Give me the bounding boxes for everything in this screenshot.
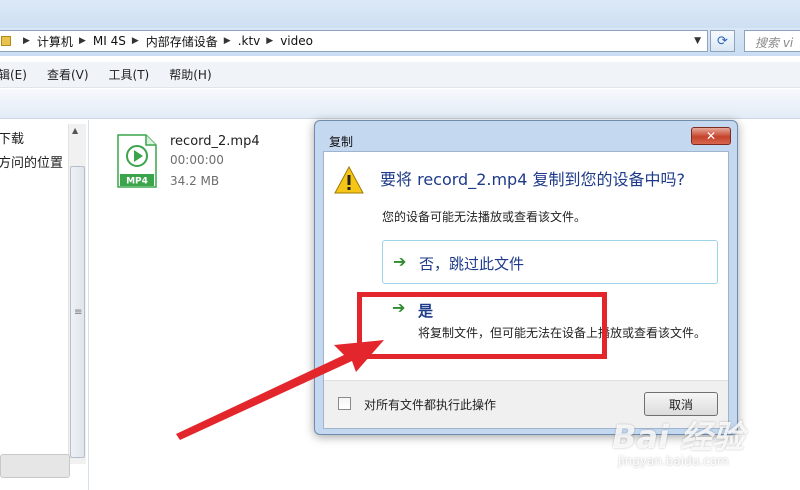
baidu-watermark: Bai 经验 jingyan.baidu.com <box>612 412 772 482</box>
watermark-logo: Bai 经验 <box>612 418 745 456</box>
watermark-url: jingyan.baidu.com <box>618 454 729 468</box>
